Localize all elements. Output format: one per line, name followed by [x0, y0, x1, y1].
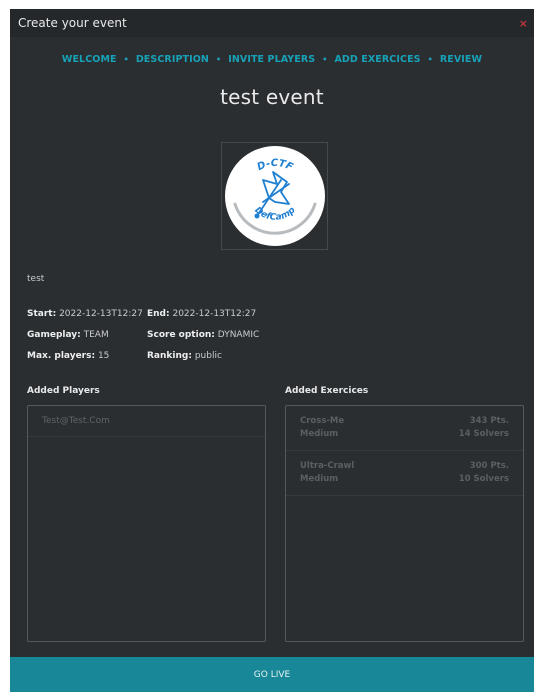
exercise-solvers: 14 Solvers: [458, 429, 509, 439]
players-list[interactable]: Test@Test.Com: [27, 405, 266, 642]
event-description: test: [27, 274, 45, 284]
list-item[interactable]: Cross-Me 343 Pts. Medium 14 Solvers: [286, 406, 523, 451]
step-review[interactable]: REVIEW: [440, 54, 482, 65]
ranking-info: Ranking: public: [147, 351, 222, 361]
event-logo: D-CTF DefCamp: [221, 142, 328, 250]
end-label: End:: [147, 309, 170, 319]
exercise-difficulty: Medium: [300, 474, 339, 484]
score-option-info: Score option: DYNAMIC: [147, 330, 259, 340]
go-live-button[interactable]: GO LIVE: [10, 657, 534, 692]
start-value: 2022-12-13T12:27: [59, 309, 143, 319]
exercise-name: Ultra-Crawl: [300, 461, 355, 471]
wizard-steps: WELCOME • DESCRIPTION • INVITE PLAYERS •…: [10, 54, 534, 65]
score-option-value: DYNAMIC: [217, 330, 260, 340]
exercise-difficulty: Medium: [300, 429, 339, 439]
create-event-modal: Create your event × WELCOME • DESCRIPTIO…: [10, 9, 534, 692]
max-players-label: Max. players:: [27, 351, 96, 361]
list-item[interactable]: Ultra-Crawl 300 Pts. Medium 10 Solvers: [286, 451, 523, 496]
step-description[interactable]: DESCRIPTION: [136, 54, 209, 65]
added-players-label: Added Players: [27, 386, 100, 396]
start-label: Start:: [27, 309, 57, 319]
gameplay-info: Gameplay: TEAM: [27, 330, 109, 340]
step-separator: •: [322, 55, 328, 64]
exercises-list[interactable]: Cross-Me 343 Pts. Medium 14 Solvers Ultr…: [285, 405, 524, 642]
exercise-points: 343 Pts.: [469, 416, 509, 426]
step-welcome[interactable]: WELCOME: [62, 54, 117, 65]
step-separator: •: [123, 55, 129, 64]
close-icon[interactable]: ×: [519, 17, 528, 30]
score-option-label: Score option:: [147, 330, 215, 340]
step-add-exercices[interactable]: ADD EXERCICES: [334, 54, 420, 65]
modal-titlebar: Create your event ×: [10, 9, 534, 37]
added-exercices-label: Added Exercices: [285, 386, 369, 396]
exercise-points: 300 Pts.: [469, 461, 509, 471]
dctf-logo-icon: D-CTF DefCamp: [224, 146, 325, 246]
exercise-name: Cross-Me: [300, 416, 345, 426]
player-email: Test@Test.Com: [42, 416, 110, 426]
start-info: Start: 2022-12-13T12:27: [27, 309, 143, 319]
end-value: 2022-12-13T12:27: [172, 309, 257, 319]
end-info: End: 2022-12-13T12:27: [147, 309, 256, 319]
ranking-label: Ranking:: [147, 351, 192, 361]
step-separator: •: [427, 55, 433, 64]
ranking-value: public: [194, 351, 222, 361]
step-separator: •: [215, 55, 222, 64]
max-players-value: 15: [97, 351, 110, 361]
list-item[interactable]: Test@Test.Com: [28, 406, 265, 437]
exercise-solvers: 10 Solvers: [458, 474, 509, 484]
gameplay-value: TEAM: [83, 330, 109, 340]
step-invite-players[interactable]: INVITE PLAYERS: [228, 54, 315, 65]
max-players-info: Max. players: 15: [27, 351, 109, 361]
event-title: test event: [220, 85, 324, 109]
gameplay-label: Gameplay:: [27, 330, 81, 340]
modal-title: Create your event: [18, 16, 127, 30]
